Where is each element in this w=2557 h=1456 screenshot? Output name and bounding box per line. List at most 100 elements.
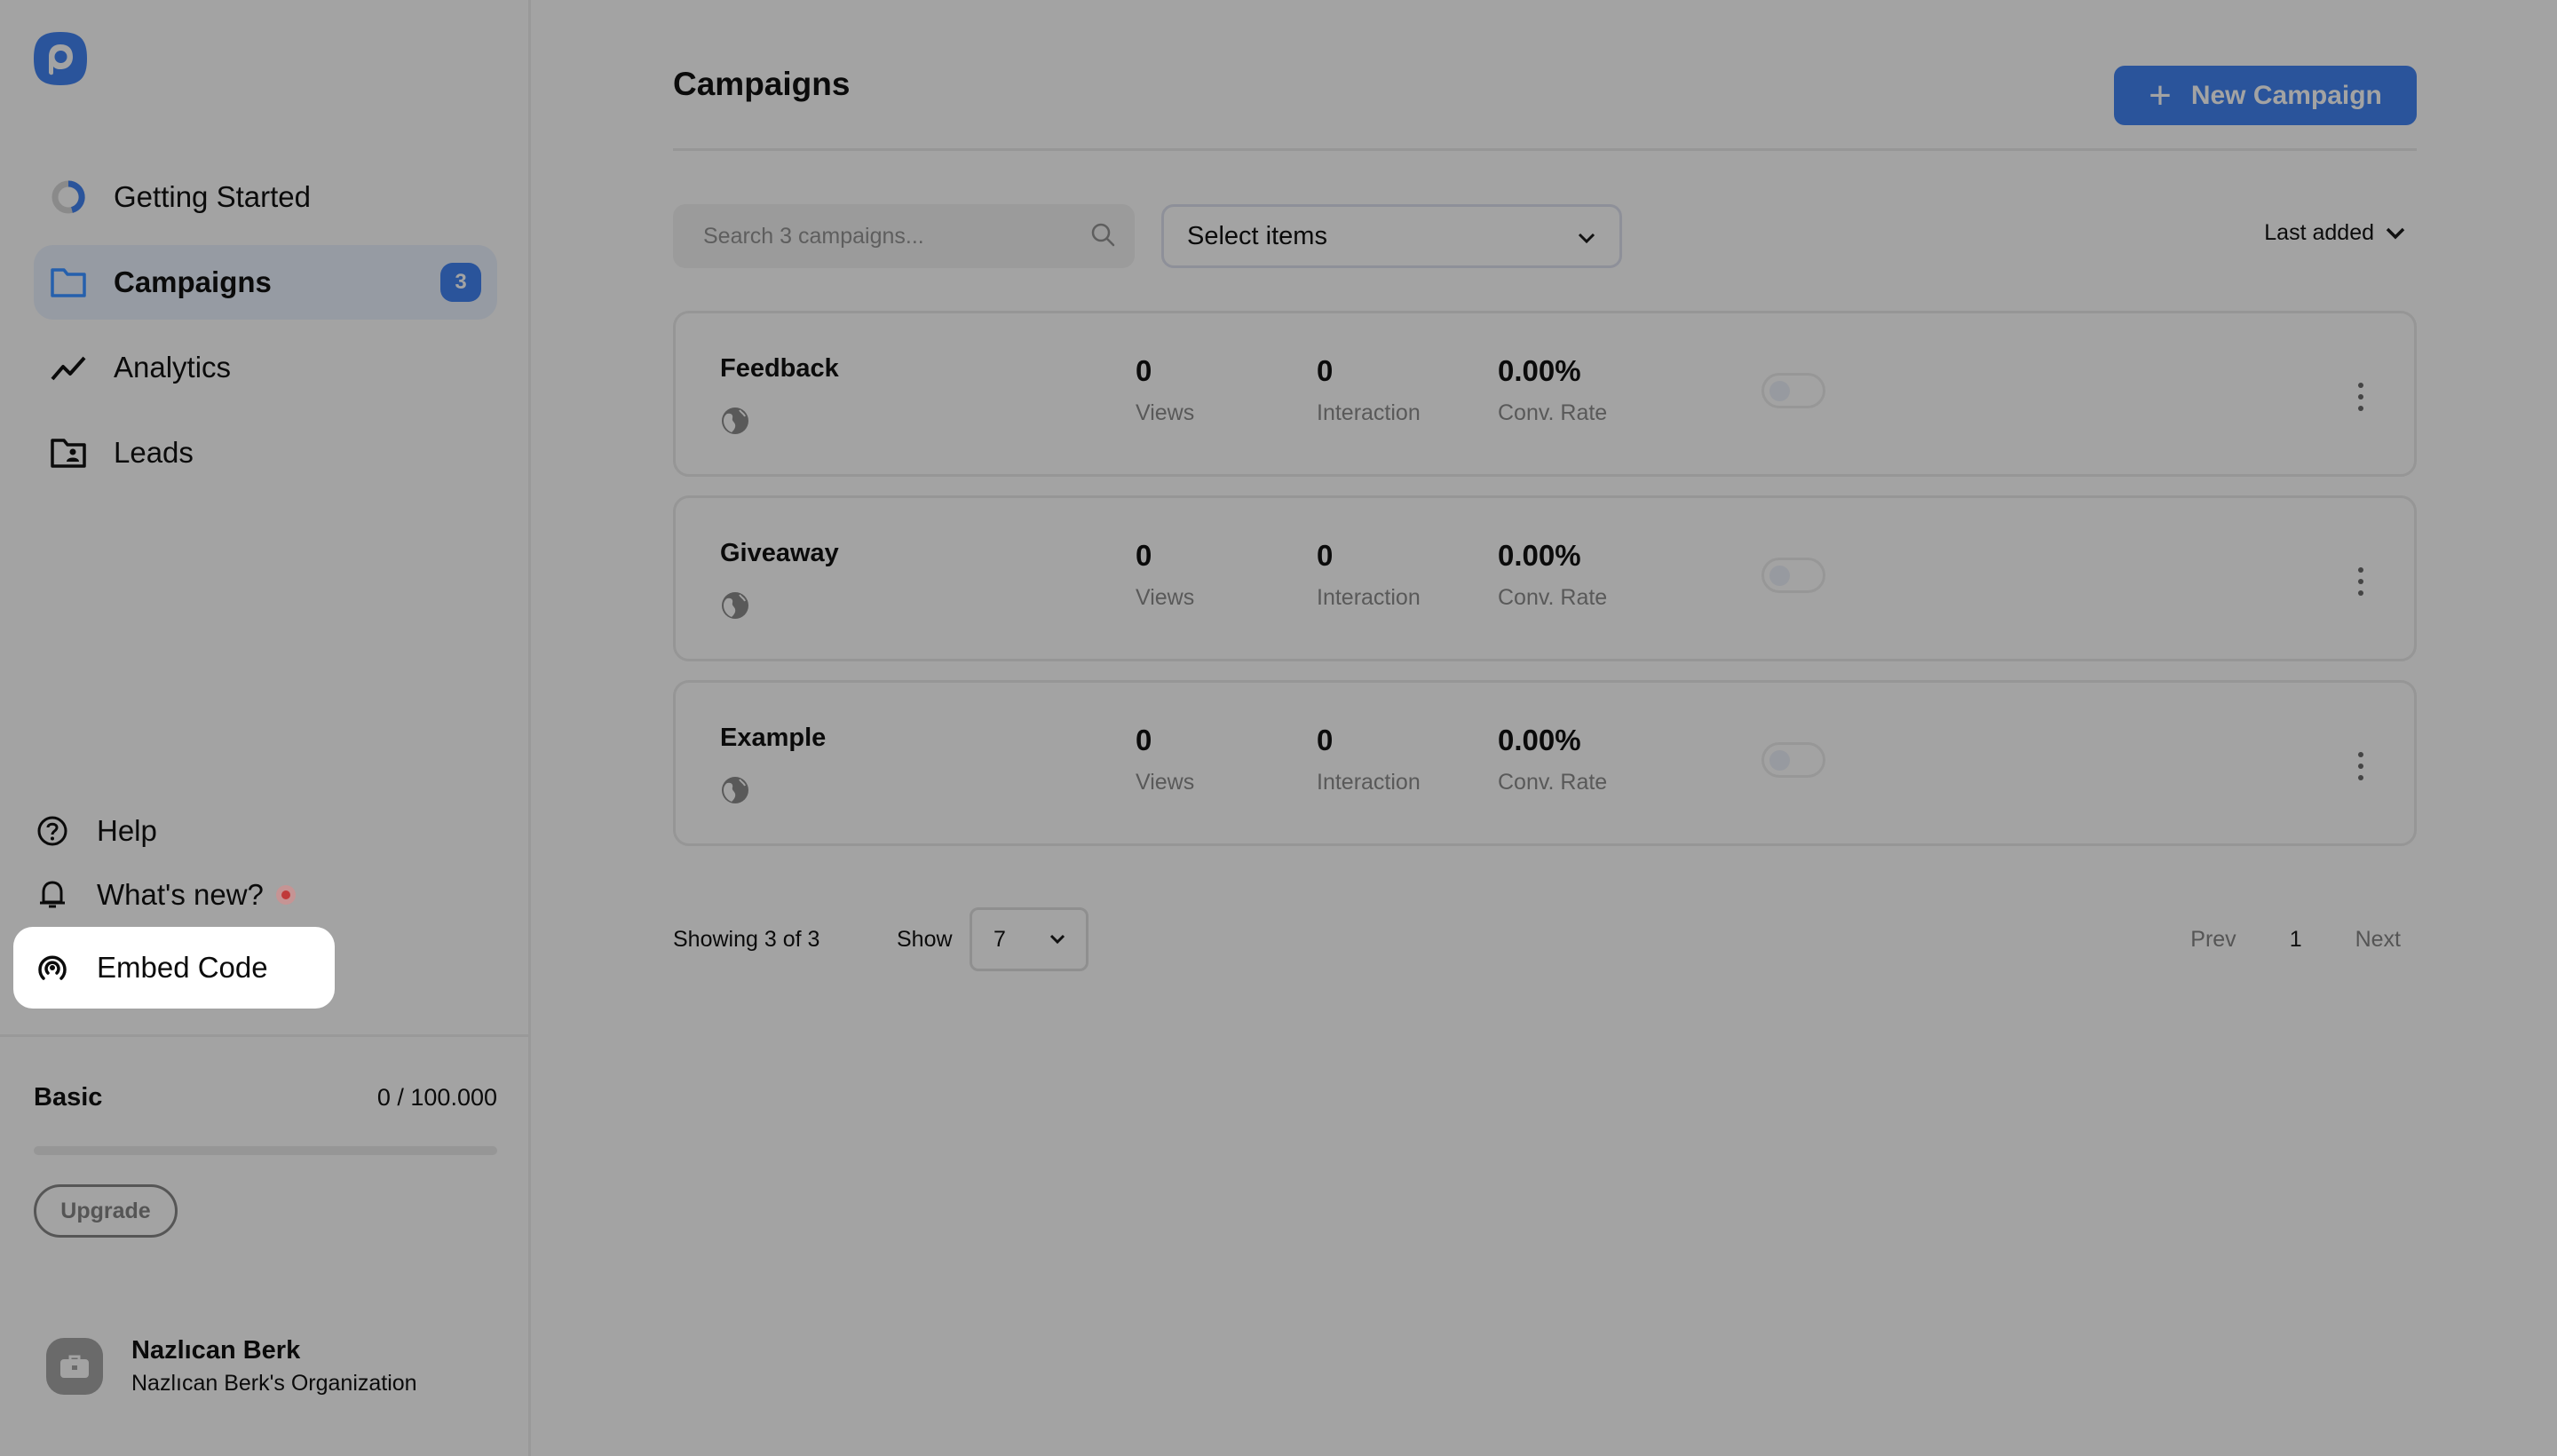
globe-icon xyxy=(720,406,750,440)
interaction-label: Interaction xyxy=(1317,400,1421,425)
user-name: Nazlıcan Berk xyxy=(131,1336,301,1365)
search-box xyxy=(673,204,1135,268)
show-label: Show xyxy=(897,927,953,952)
sidebar-divider xyxy=(0,1034,531,1037)
views-label: Views xyxy=(1136,770,1195,795)
user-organization: Nazlıcan Berk's Organization xyxy=(131,1371,417,1396)
list-footer: Showing 3 of 3 Show 7 Prev 1 Next xyxy=(673,907,2417,971)
bell-icon xyxy=(35,877,70,913)
plus-icon: + xyxy=(2149,73,2172,117)
prev-page-button[interactable]: Prev xyxy=(2190,927,2236,953)
views-value: 0 xyxy=(1136,354,1152,387)
broadcast-icon xyxy=(35,950,70,985)
campaign-toggle[interactable] xyxy=(1761,558,1825,593)
progress-ring-icon xyxy=(50,178,87,216)
interaction-stat: 0 Interaction xyxy=(1317,539,1421,611)
next-page-button[interactable]: Next xyxy=(2355,927,2401,953)
conv-rate-value: 0.00% xyxy=(1498,539,1581,572)
sidebar-item-label: Analytics xyxy=(114,351,232,384)
campaign-count-badge: 3 xyxy=(440,263,481,302)
conv-rate-value: 0.00% xyxy=(1498,724,1581,756)
plan-name: Basic xyxy=(34,1083,103,1112)
usage-progress-bar xyxy=(34,1146,497,1155)
sidebar-item-label: Embed Code xyxy=(97,951,268,984)
chevron-down-icon xyxy=(1049,934,1065,945)
plan-usage: Basic 0 / 100.000 Upgrade xyxy=(34,1083,497,1238)
campaign-name: Giveaway xyxy=(720,539,839,567)
sort-label: Last added xyxy=(2264,220,2374,245)
header-divider xyxy=(673,148,2417,151)
interaction-stat: 0 Interaction xyxy=(1317,724,1421,795)
pagination: Prev 1 Next xyxy=(2190,927,2401,953)
more-options-icon[interactable] xyxy=(2352,379,2370,415)
sidebar-item-label: Help xyxy=(97,814,157,847)
page-size-value: 7 xyxy=(994,926,1006,952)
sidebar-item-label: Campaigns xyxy=(114,265,272,298)
upgrade-button[interactable]: Upgrade xyxy=(34,1184,178,1238)
chevron-down-icon xyxy=(1577,222,1596,251)
app-logo[interactable] xyxy=(32,30,89,87)
help-circle-icon xyxy=(35,813,70,849)
new-campaign-button[interactable]: + New Campaign xyxy=(2114,66,2417,125)
chevron-down-icon xyxy=(2386,227,2405,239)
campaign-name: Feedback xyxy=(720,354,839,383)
views-label: Views xyxy=(1136,400,1195,425)
filter-select[interactable]: Select items xyxy=(1161,204,1622,268)
trend-line-icon xyxy=(50,349,87,386)
page-size-select[interactable]: 7 xyxy=(970,907,1089,971)
campaign-card[interactable]: Giveaway 0 Views 0 Interaction 0.00% Con… xyxy=(673,495,2417,661)
filter-select-value: Select items xyxy=(1187,221,1327,250)
briefcase-icon xyxy=(46,1338,103,1395)
views-value: 0 xyxy=(1136,724,1152,756)
conv-rate-label: Conv. Rate xyxy=(1498,400,1608,425)
conv-rate-label: Conv. Rate xyxy=(1498,770,1608,795)
user-profile[interactable]: Nazlıcan Berk Nazlıcan Berk's Organizati… xyxy=(46,1336,417,1397)
notification-dot xyxy=(275,885,296,905)
campaign-card[interactable]: Example 0 Views 0 Interaction 0.00% Conv… xyxy=(673,680,2417,846)
globe-icon xyxy=(720,590,750,625)
sidebar-item-whats-new[interactable]: What's new? xyxy=(13,863,335,927)
conv-rate-stat: 0.00% Conv. Rate xyxy=(1498,539,1607,611)
interaction-value: 0 xyxy=(1317,724,1334,756)
sidebar-item-help[interactable]: Help xyxy=(13,799,335,863)
campaign-toggle[interactable] xyxy=(1761,373,1825,408)
search-input[interactable] xyxy=(703,223,1090,249)
plan-usage-count: 0 / 100.000 xyxy=(376,1084,497,1111)
current-page[interactable]: 1 xyxy=(2290,927,2302,953)
interaction-stat: 0 Interaction xyxy=(1317,354,1421,426)
more-options-icon[interactable] xyxy=(2352,564,2370,599)
new-campaign-label: New Campaign xyxy=(2190,80,2382,110)
interaction-label: Interaction xyxy=(1317,770,1421,795)
sidebar-item-label: What's new? xyxy=(97,878,264,911)
sidebar-item-analytics[interactable]: Analytics xyxy=(34,330,497,405)
conv-rate-value: 0.00% xyxy=(1498,354,1581,387)
interaction-label: Interaction xyxy=(1317,585,1421,610)
conv-rate-label: Conv. Rate xyxy=(1498,585,1608,610)
campaign-card[interactable]: Feedback 0 Views 0 Interaction 0.00% Con… xyxy=(673,311,2417,477)
sidebar-item-embed-code[interactable]: Embed Code xyxy=(13,927,335,1009)
globe-icon xyxy=(720,775,750,810)
folder-icon xyxy=(50,264,87,301)
conv-rate-stat: 0.00% Conv. Rate xyxy=(1498,724,1607,795)
campaign-toggle[interactable] xyxy=(1761,742,1825,778)
views-stat: 0 Views xyxy=(1136,354,1194,426)
sidebar-item-campaigns[interactable]: Campaigns 3 xyxy=(34,245,497,320)
interaction-value: 0 xyxy=(1317,354,1334,387)
sidebar-item-leads[interactable]: Leads xyxy=(34,415,497,490)
sidebar: Getting Started Campaigns 3 Analytics Le… xyxy=(0,0,531,1456)
sort-dropdown[interactable]: Last added xyxy=(2264,220,2406,246)
views-value: 0 xyxy=(1136,539,1152,572)
showing-count: Showing 3 of 3 xyxy=(673,927,820,952)
main-nav: Getting Started Campaigns 3 Analytics Le… xyxy=(34,160,497,501)
sidebar-item-label: Leads xyxy=(114,436,194,469)
more-options-icon[interactable] xyxy=(2352,748,2370,784)
secondary-nav: Help What's new? Embed Code xyxy=(13,799,335,1009)
page-title: Campaigns xyxy=(673,66,851,102)
search-icon[interactable] xyxy=(1090,222,1115,251)
views-label: Views xyxy=(1136,585,1195,610)
campaign-name: Example xyxy=(720,724,827,752)
sidebar-item-getting-started[interactable]: Getting Started xyxy=(34,160,497,234)
sidebar-item-label: Getting Started xyxy=(114,180,311,213)
contact-folder-icon xyxy=(50,434,87,471)
interaction-value: 0 xyxy=(1317,539,1334,572)
